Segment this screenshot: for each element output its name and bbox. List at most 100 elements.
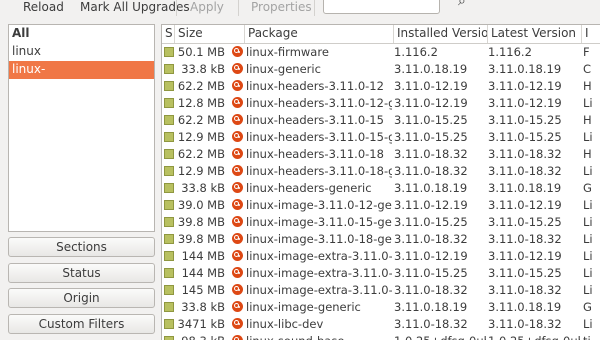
installed-version-cell: 3.11.0.18.19 <box>394 62 468 76</box>
column-header-package[interactable]: Package <box>245 25 394 43</box>
package-name-cell: linux-libc-dev <box>246 317 324 331</box>
ubuntu-package-icon <box>232 216 243 227</box>
latest-version-cell: 3.11.0-18.32 <box>488 164 562 178</box>
size-cell: 39.0 MB <box>177 198 225 212</box>
table-row[interactable]: 98.3 kB linux-sound-base 1.0.25+dfsg-0ubun… <box>162 333 600 340</box>
package-name-cell: linux-headers-3.11.0-18-gener <box>246 164 392 178</box>
package-name-cell: linux-headers-3.11.0-12-gener <box>246 96 392 110</box>
size-cell: 3471 kB <box>177 317 225 331</box>
table-row[interactable]: 39.8 MBlinux-image-3.11.0-18-generic3.11… <box>162 231 600 248</box>
installed-status-icon[interactable] <box>164 115 174 125</box>
description-cell: Li <box>583 266 593 280</box>
latest-version-cell: 3.11.0-18.32 <box>488 232 562 246</box>
ubuntu-package-icon <box>232 148 243 159</box>
size-cell: 62.2 MB <box>177 113 225 127</box>
package-name-cell: linux-headers-3.11.0-15-gener <box>246 130 392 144</box>
filter-item-linux-dash[interactable]: linux- <box>9 61 154 79</box>
description-cell: Li <box>583 198 593 212</box>
package-name-cell: linux-headers-generic <box>246 181 372 195</box>
installed-status-icon[interactable] <box>164 285 174 295</box>
installed-status-icon[interactable] <box>164 166 174 176</box>
size-cell: 33.8 kB <box>181 181 225 195</box>
apply-button[interactable]: Apply <box>190 0 224 16</box>
ubuntu-package-icon <box>232 46 243 57</box>
installed-status-icon[interactable] <box>164 47 174 57</box>
table-row[interactable]: 39.0 MBlinux-image-3.11.0-12-generic3.11… <box>162 197 600 214</box>
installed-status-icon[interactable] <box>164 319 174 329</box>
table-row[interactable]: 50.1 MB linux-firmware 1.116.2 1.116.2 F <box>162 44 600 61</box>
package-name-cell: linux-image-extra-3.11.0-15-ge <box>246 266 392 280</box>
table-row[interactable]: 62.2 MB linux-headers-3.11.0-18 3.11.0-18.… <box>162 146 600 163</box>
status-button[interactable]: Status <box>8 263 155 283</box>
column-header-installed-version[interactable]: Installed Version <box>394 25 488 43</box>
installed-status-icon[interactable] <box>164 200 174 210</box>
table-row[interactable]: 144 MBlinux-image-extra-3.11.0-15-ge3.11… <box>162 265 600 282</box>
search-input[interactable] <box>323 0 440 14</box>
size-cell: 144 MB <box>181 266 225 280</box>
package-name-cell: linux-headers-3.11.0-12 <box>246 79 384 93</box>
filter-item-linux[interactable]: linux <box>9 43 154 61</box>
size-cell: 33.8 kB <box>181 300 225 314</box>
installed-version-cell: 3.11.0-12.19 <box>394 96 468 110</box>
package-table: S Size Package Installed Version Latest … <box>161 24 600 340</box>
table-row[interactable]: 39.8 MBlinux-image-3.11.0-15-generic3.11… <box>162 214 600 231</box>
ubuntu-package-icon <box>232 63 243 74</box>
package-name-cell: linux-image-generic <box>246 300 361 314</box>
installed-status-icon[interactable] <box>164 336 174 340</box>
column-header-status[interactable]: S <box>162 25 175 43</box>
table-row[interactable]: 3471 kB linux-libc-dev 3.11.0-18.32 3.11.0-… <box>162 316 600 333</box>
table-row[interactable]: 12.9 MBlinux-headers-3.11.0-18-gener3.11… <box>162 163 600 180</box>
size-cell: 98.3 kB <box>175 333 225 340</box>
description-cell: H <box>583 113 592 127</box>
package-name-cell: linux-firmware <box>246 45 329 59</box>
properties-button[interactable]: Properties <box>251 0 312 16</box>
installed-status-icon[interactable] <box>164 149 174 159</box>
reload-button[interactable]: Reload <box>23 0 64 16</box>
column-header-size[interactable]: Size <box>175 25 245 43</box>
table-row[interactable]: 145 MBlinux-image-extra-3.11.0-18-ge3.11… <box>162 282 600 299</box>
table-row[interactable]: 62.2 MB linux-headers-3.11.0-12 3.11.0-12.… <box>162 78 600 95</box>
table-row[interactable]: 33.8 kB linux-image-generic 3.11.0.18.19 3.… <box>162 299 600 316</box>
installed-status-icon[interactable] <box>164 132 174 142</box>
table-row[interactable]: 62.2 MB linux-headers-3.11.0-15 3.11.0-15.… <box>162 112 600 129</box>
sections-button[interactable]: Sections <box>8 237 155 257</box>
latest-version-cell: 3.11.0-12.19 <box>488 96 562 110</box>
description-cell: G <box>583 300 592 314</box>
custom-filters-button[interactable]: Custom Filters <box>8 314 155 334</box>
size-cell: 39.8 MB <box>177 215 225 229</box>
installed-status-icon[interactable] <box>164 98 174 108</box>
latest-version-cell: 3.11.0-18.32 <box>488 147 562 161</box>
installed-status-icon[interactable] <box>164 234 174 244</box>
filter-list[interactable]: All linux linux- <box>8 24 155 232</box>
table-row[interactable]: 33.8 kB linux-headers-generic 3.11.0.18.19… <box>162 180 600 197</box>
latest-version-cell: 1.0.25+dfsg-0ubunt <box>488 333 580 340</box>
description-cell: Li <box>583 317 593 331</box>
column-header-description[interactable]: I <box>582 25 600 43</box>
package-name-cell: linux-sound-base <box>246 333 392 340</box>
column-header-latest-version[interactable]: Latest Version <box>488 25 582 43</box>
size-cell: 12.9 MB <box>177 130 225 144</box>
installed-version-cell: 3.11.0-18.32 <box>394 164 468 178</box>
search-icon[interactable]: ⌕ <box>458 0 478 8</box>
table-row[interactable]: 12.9 MBlinux-headers-3.11.0-15-gener3.11… <box>162 129 600 146</box>
table-row[interactable]: 33.8 kB linux-generic 3.11.0.18.19 3.11.0.1… <box>162 61 600 78</box>
ubuntu-package-icon <box>232 114 243 125</box>
toolbar: Reload Mark All Upgrades Apply Propertie… <box>0 0 600 20</box>
table-row[interactable]: 144 MBlinux-image-extra-3.11.0-12-ge3.11… <box>162 248 600 265</box>
latest-version-cell: 3.11.0-12.19 <box>488 249 562 263</box>
ubuntu-package-icon <box>232 284 243 295</box>
filter-item-all[interactable]: All <box>9 25 154 43</box>
installed-version-cell: 3.11.0.18.19 <box>394 181 468 195</box>
installed-status-icon[interactable] <box>164 64 174 74</box>
installed-status-icon[interactable] <box>164 251 174 261</box>
installed-status-icon[interactable] <box>164 81 174 91</box>
installed-status-icon[interactable] <box>164 217 174 227</box>
latest-version-cell: 1.116.2 <box>488 45 532 59</box>
origin-button[interactable]: Origin <box>8 288 155 308</box>
table-row[interactable]: 12.8 MBlinux-headers-3.11.0-12-gener3.11… <box>162 95 600 112</box>
mark-all-upgrades-button[interactable]: Mark All Upgrades <box>80 0 190 16</box>
installed-version-cell: 3.11.0-12.19 <box>394 79 468 93</box>
installed-status-icon[interactable] <box>164 268 174 278</box>
installed-status-icon[interactable] <box>164 183 174 193</box>
installed-status-icon[interactable] <box>164 302 174 312</box>
